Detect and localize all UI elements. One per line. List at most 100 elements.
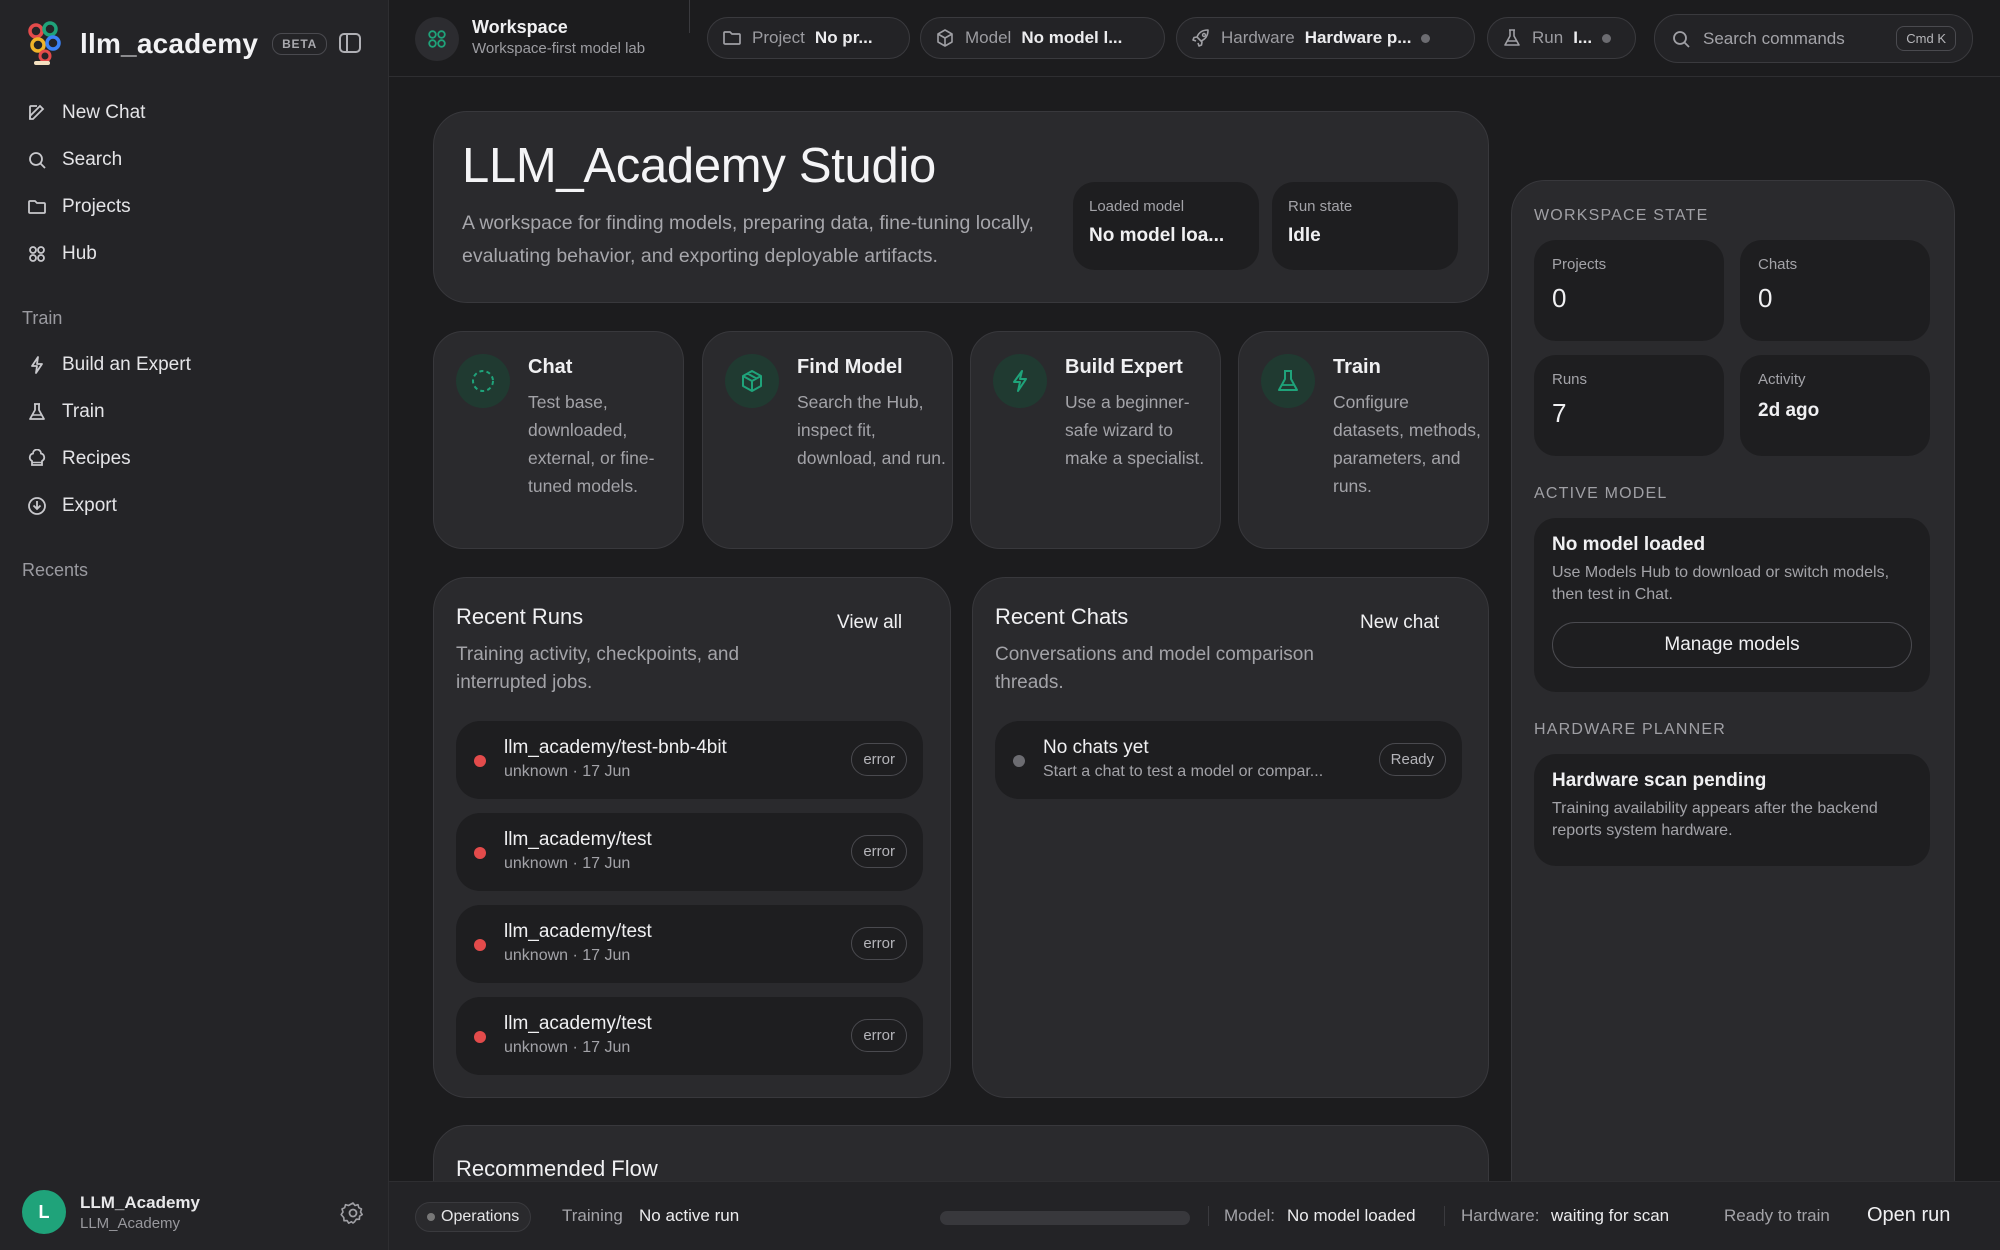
feature-description: Search the Hub, inspect fit, download, a…: [797, 392, 946, 468]
flask-icon: [1261, 354, 1315, 408]
workspace-subtitle: Workspace-first model lab: [472, 40, 646, 57]
workspace-icon[interactable]: [415, 17, 459, 61]
sidebar-item-search[interactable]: Search: [20, 136, 370, 183]
run-state-value: Idle: [1288, 225, 1321, 246]
runs-stat-label: Runs: [1552, 371, 1588, 388]
project-pill-label: Project: [752, 28, 805, 47]
search-icon: [26, 149, 48, 171]
run-meta: unknown · 17 Jun: [504, 855, 631, 872]
operations-status-dot: [427, 1213, 435, 1221]
workspace-side-panel: WORKSPACE STATE Projects 0 Chats 0 Runs …: [1511, 180, 1955, 1240]
chef-hat-icon: [26, 448, 48, 470]
status-badge: error: [851, 927, 907, 960]
gear-icon[interactable]: [340, 1200, 366, 1226]
chat-row[interactable]: No chats yet Start a chat to test a mode…: [995, 721, 1462, 799]
error-status-dot: [474, 939, 486, 951]
active-model-card: No model loaded Use Models Hub to downlo…: [1534, 518, 1930, 692]
status-badge: Ready: [1378, 743, 1446, 776]
training-value: No active run: [639, 1206, 740, 1225]
folder-icon: [26, 196, 48, 218]
hardware-planner-card: Hardware scan pending Training availabil…: [1534, 754, 1930, 866]
run-row[interactable]: llm_academy/test unknown · 17 Jun error: [456, 997, 923, 1075]
feature-title: Chat: [528, 356, 573, 378]
error-status-dot: [474, 755, 486, 767]
recent-chats-description: Conversations and model comparison threa…: [995, 644, 1314, 693]
active-model-heading: ACTIVE MODEL: [1534, 485, 1668, 502]
status-badge: error: [851, 1019, 907, 1052]
sidebar-item-export[interactable]: Export: [20, 482, 370, 529]
run-title: llm_academy/test: [504, 921, 652, 942]
sidebar: llm_academy BETA New Chat Search Project…: [0, 0, 389, 1250]
feature-card-find-model[interactable]: Find Model Search the Hub, inspect fit, …: [702, 331, 953, 549]
error-status-dot: [474, 847, 486, 859]
workspace-state-heading: WORKSPACE STATE: [1534, 207, 1709, 224]
status-badge: error: [851, 743, 907, 776]
chats-stat-value: 0: [1758, 283, 1773, 313]
sidebar-item-label: Hub: [62, 242, 97, 264]
dashed-circle-icon: [456, 354, 510, 408]
manage-models-button[interactable]: Manage models: [1552, 622, 1912, 668]
recents-section-heading: Recents: [22, 559, 89, 580]
feature-title: Build Expert: [1065, 356, 1183, 378]
recent-chats-panel: Recent Chats New chat Conversations and …: [972, 577, 1489, 1098]
flask-icon: [26, 401, 48, 423]
model-pill-label: Model: [965, 28, 1012, 47]
user-name: LLM_Academy: [80, 1192, 200, 1212]
chat-title: No chats yet: [1043, 737, 1149, 758]
train-section-heading: Train: [22, 307, 63, 328]
run-row[interactable]: llm_academy/test unknown · 17 Jun error: [456, 813, 923, 891]
chat-meta: Start a chat to test a model or compar..…: [1043, 763, 1324, 780]
view-all-link[interactable]: View all: [837, 612, 902, 634]
grid-icon: [26, 243, 48, 265]
command-search[interactable]: Search commands Cmd K: [1654, 14, 1973, 63]
brand[interactable]: llm_academy BETA: [26, 20, 328, 68]
sidebar-item-label: New Chat: [62, 101, 146, 123]
sidebar-item-train[interactable]: Train: [20, 388, 370, 435]
feature-card-chat[interactable]: Chat Test base, downloaded, external, or…: [433, 331, 684, 549]
hardware-status-value: waiting for scan: [1551, 1206, 1670, 1225]
feature-title: Train: [1333, 356, 1381, 378]
hardware-pill[interactable]: Hardware Hardware p...: [1176, 17, 1475, 59]
open-run-button[interactable]: Open run: [1867, 1204, 1950, 1227]
sidebar-item-new-chat[interactable]: New Chat: [20, 89, 370, 136]
beta-badge: BETA: [272, 33, 328, 55]
run-row[interactable]: llm_academy/test unknown · 17 Jun error: [456, 905, 923, 983]
status-bar: Operations Training No active run Model:…: [389, 1181, 2000, 1250]
flask-icon: [1502, 28, 1522, 48]
hardware-pill-label: Hardware: [1221, 28, 1295, 47]
feature-card-train[interactable]: Train Configure datasets, methods, param…: [1238, 331, 1489, 549]
run-pill[interactable]: Run I...: [1487, 17, 1636, 59]
feature-card-build-expert[interactable]: Build Expert Use a beginner-safe wizard …: [970, 331, 1221, 549]
sidebar-toggle-icon[interactable]: [338, 32, 362, 54]
user-profile[interactable]: L LLM_Academy LLM_Academy: [22, 1190, 200, 1234]
workspace-title: Workspace: [472, 17, 568, 37]
download-icon: [26, 495, 48, 517]
sidebar-item-label: Recipes: [62, 447, 131, 469]
operations-button[interactable]: Operations: [415, 1202, 532, 1232]
chats-stat: Chats 0: [1740, 240, 1930, 341]
operations-label: Operations: [441, 1208, 520, 1225]
hardware-status-dot: [1421, 33, 1431, 43]
sidebar-item-label: Export: [62, 494, 117, 516]
feature-description: Configure datasets, methods, parameters,…: [1333, 392, 1481, 496]
sidebar-item-projects[interactable]: Projects: [20, 183, 370, 230]
sidebar-item-hub[interactable]: Hub: [20, 230, 370, 277]
sidebar-item-recipes[interactable]: Recipes: [20, 435, 370, 482]
recent-runs-description: Training activity, checkpoints, and inte…: [456, 644, 740, 693]
hardware-planner-heading: HARDWARE PLANNER: [1534, 721, 1726, 738]
loaded-model-label: Loaded model: [1089, 198, 1185, 215]
sidebar-item-label: Train: [62, 400, 105, 422]
projects-stat-value: 0: [1552, 283, 1567, 313]
sidebar-nav: New Chat Search Projects Hub: [20, 89, 370, 277]
training-progress-bar: [940, 1211, 1190, 1225]
idle-status-dot: [1013, 755, 1025, 767]
cube-icon: [725, 354, 779, 408]
project-pill[interactable]: Project No pr...: [707, 17, 910, 59]
model-pill[interactable]: Model No model l...: [920, 17, 1165, 59]
status-badge: error: [851, 835, 907, 868]
edit-icon: [26, 102, 48, 124]
sidebar-item-build-expert[interactable]: Build an Expert: [20, 341, 370, 388]
new-chat-link[interactable]: New chat: [1360, 612, 1439, 634]
run-row[interactable]: llm_academy/test-bnb-4bit unknown · 17 J…: [456, 721, 923, 799]
recent-runs-panel: Recent Runs View all Training activity, …: [433, 577, 951, 1098]
